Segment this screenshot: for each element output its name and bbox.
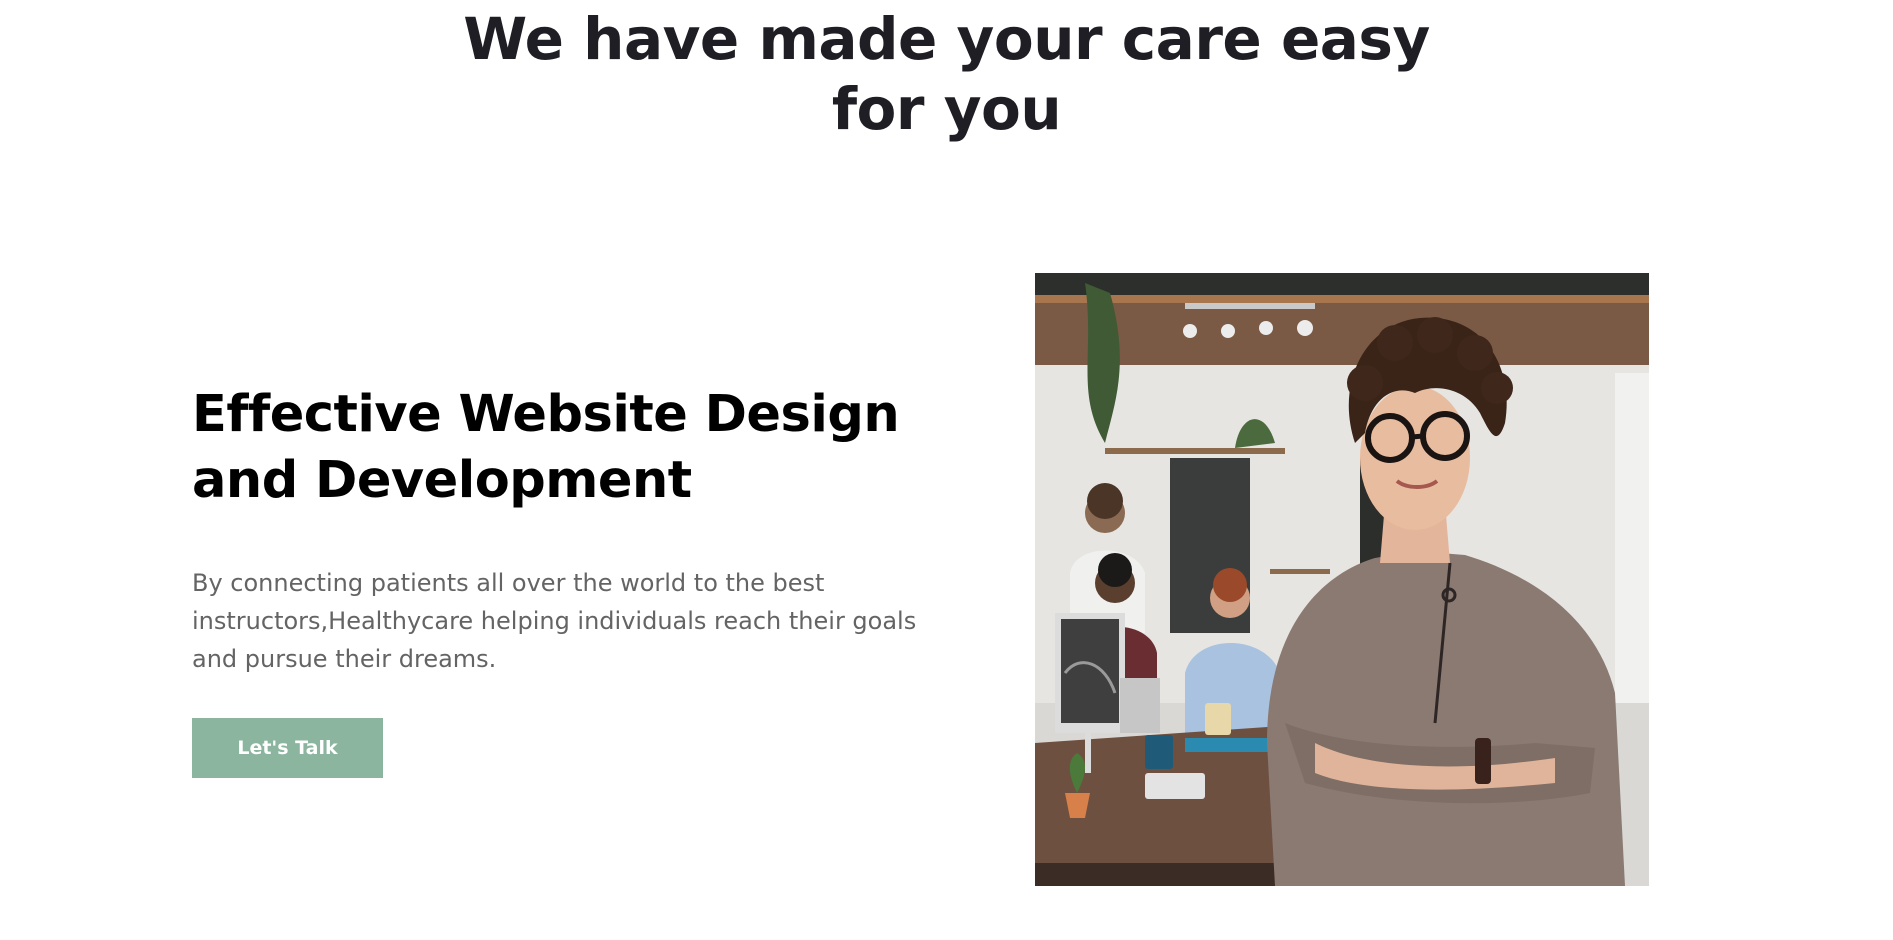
feature-description-line-2: instructors,Healthycare helping individu… [192, 607, 917, 635]
feature-photo [1035, 273, 1649, 886]
page: We have made your care easy for you Effe… [0, 0, 1893, 940]
feature-description-line-3: and pursue their dreams. [192, 645, 497, 673]
feature-title-line-1: Effective Website Design [192, 385, 900, 444]
feature-title: Effective Website Design and Development [192, 382, 952, 514]
feature-description-line-1: By connecting patients all over the worl… [192, 569, 825, 597]
lets-talk-button[interactable]: Let's Talk [192, 718, 383, 778]
section-heading-line-2: for you [831, 75, 1062, 143]
office-photo-illustration [1035, 273, 1649, 886]
feature-block: Effective Website Design and Development… [192, 382, 952, 778]
feature-title-line-2: and Development [192, 451, 692, 510]
section-heading: We have made your care easy for you [0, 4, 1893, 144]
feature-description: By connecting patients all over the worl… [192, 564, 932, 678]
section-heading-line-1: We have made your care easy [463, 5, 1430, 73]
